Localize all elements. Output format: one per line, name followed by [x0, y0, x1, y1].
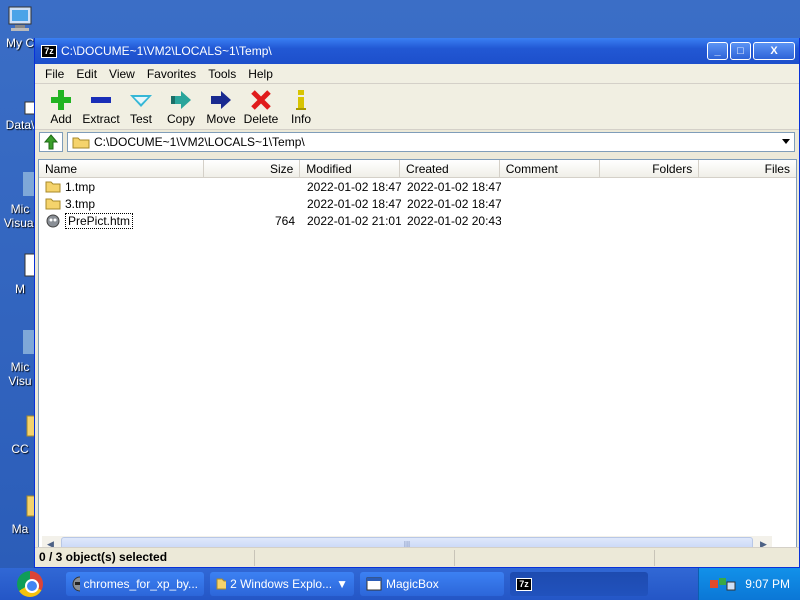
up-arrow-icon: [43, 134, 59, 150]
folder-icon: [45, 181, 61, 193]
folder-icon: [5, 410, 36, 440]
table-row[interactable]: 3.tmp 2022-01-02 18:47 2022-01-02 18:47: [39, 195, 796, 212]
shortcut-icon: [5, 170, 35, 200]
task-label: MagicBox: [386, 577, 439, 591]
address-bar: C:\DOCUME~1\VM2\LOCALS~1\Temp\: [35, 130, 799, 154]
info-label: Info: [290, 112, 311, 126]
file-created: 2022-01-02 18:47: [407, 179, 501, 194]
window-icon: [366, 577, 382, 591]
path-text: C:\DOCUME~1\VM2\LOCALS~1\Temp\: [94, 135, 305, 149]
shortcut-icon: [5, 250, 36, 280]
delete-button[interactable]: Delete: [241, 88, 281, 126]
menu-favorites[interactable]: Favorites: [141, 67, 202, 81]
file-modified: 2022-01-02 18:47: [307, 179, 401, 194]
folder-icon: [216, 578, 227, 590]
file-modified: 2022-01-02 21:01: [307, 213, 401, 228]
toolbar: Add Extract Test Copy Move Delete Info: [35, 84, 799, 130]
menu-view[interactable]: View: [103, 67, 141, 81]
shortcut-icon: [5, 100, 36, 116]
move-label: Move: [206, 112, 236, 126]
folder-icon: [45, 198, 61, 210]
shortcut-icon: [5, 328, 35, 358]
status-panel: [255, 549, 455, 566]
minimize-button[interactable]: _: [707, 42, 728, 60]
folder-icon: [5, 490, 36, 520]
window-title: C:\DOCUME~1\VM2\LOCALS~1\Temp\: [61, 44, 272, 58]
menu-edit[interactable]: Edit: [70, 67, 103, 81]
move-button[interactable]: Move: [201, 88, 241, 126]
copy-label: Copy: [166, 112, 195, 126]
computer-icon: [5, 4, 35, 34]
task-chromes-for-xp[interactable]: chromes_for_xp_by...: [66, 572, 204, 596]
file-name: PrePict.htm: [65, 212, 134, 229]
title-bar[interactable]: 7z C:\DOCUME~1\VM2\LOCALS~1\Temp\ _ □ X: [35, 38, 799, 64]
file-list[interactable]: Name Size Modified Created Comment Folde…: [38, 159, 797, 556]
test-button[interactable]: Test: [121, 88, 161, 126]
taskbar: chromes_for_xp_by... 2 Windows Explo... …: [0, 568, 800, 600]
column-name[interactable]: Name: [39, 160, 204, 177]
column-size[interactable]: Size: [203, 160, 301, 177]
html-file-icon: [46, 214, 60, 227]
7zip-app-icon: 7z: [41, 44, 57, 58]
info-button[interactable]: Info: [281, 88, 321, 126]
menu-file[interactable]: File: [39, 67, 70, 81]
raccoon-icon: [72, 576, 80, 592]
plus-icon: [51, 90, 71, 110]
file-name: 1.tmp: [65, 179, 96, 194]
network-icon[interactable]: [709, 576, 737, 592]
path-combobox[interactable]: C:\DOCUME~1\VM2\LOCALS~1\Temp\: [67, 132, 795, 152]
column-folders[interactable]: Folders: [599, 160, 700, 177]
system-tray: 9:07 PM: [698, 568, 800, 600]
extract-label: Extract: [82, 112, 120, 126]
close-button[interactable]: X: [753, 42, 795, 60]
folder-icon: [72, 137, 90, 149]
file-name: 3.tmp: [65, 196, 96, 211]
task-windows-explorer[interactable]: 2 Windows Explo... ▼: [210, 572, 354, 596]
task-7zip[interactable]: 7z: [510, 572, 648, 596]
column-files[interactable]: Files: [699, 160, 796, 177]
table-row[interactable]: PrePict.htm 764 2022-01-02 21:01 2022-01…: [39, 212, 796, 229]
7zip-window: 7z C:\DOCUME~1\VM2\LOCALS~1\Temp\ _ □ X …: [34, 38, 800, 568]
add-button[interactable]: Add: [41, 88, 81, 126]
list-header: Name Size Modified Created Comment Folde…: [39, 160, 796, 178]
table-row[interactable]: 1.tmp 2022-01-02 18:47 2022-01-02 18:47: [39, 178, 796, 195]
column-comment[interactable]: Comment: [499, 160, 600, 177]
task-label: 2 Windows Explo...: [230, 577, 333, 591]
extract-button[interactable]: Extract: [81, 88, 121, 126]
menu-tools[interactable]: Tools: [202, 67, 242, 81]
selection-status: 0 / 3 object(s) selected: [35, 549, 255, 566]
column-created[interactable]: Created: [400, 160, 500, 177]
column-modified[interactable]: Modified: [300, 160, 401, 177]
task-label: chromes_for_xp_by...: [83, 577, 199, 591]
copy-button[interactable]: Copy: [161, 88, 201, 126]
file-created: 2022-01-02 18:47: [407, 196, 501, 211]
7zip-app-icon: 7z: [516, 577, 532, 591]
move-arrow-icon: [211, 91, 231, 109]
menu-help[interactable]: Help: [242, 67, 279, 81]
file-modified: 2022-01-02 18:47: [307, 196, 401, 211]
chrome-icon: [17, 571, 43, 597]
chevron-down-icon[interactable]: ▼: [336, 577, 348, 591]
test-label: Test: [129, 112, 152, 126]
status-bar: 0 / 3 object(s) selected: [35, 547, 799, 567]
info-icon: [296, 90, 306, 110]
clock[interactable]: 9:07 PM: [745, 577, 790, 591]
maximize-button[interactable]: □: [730, 42, 751, 60]
chevron-down-icon[interactable]: [782, 139, 790, 144]
task-magicbox[interactable]: MagicBox: [360, 572, 504, 596]
check-icon: [130, 95, 152, 107]
up-folder-button[interactable]: [39, 132, 63, 152]
minus-icon: [91, 97, 111, 103]
add-label: Add: [50, 112, 72, 126]
status-panel: [455, 549, 655, 566]
x-icon: [251, 90, 271, 110]
file-created: 2022-01-02 20:43: [407, 213, 501, 228]
delete-label: Delete: [243, 112, 279, 126]
start-button[interactable]: [0, 568, 60, 600]
copy-arrow-icon: [171, 91, 191, 109]
file-size: 764: [274, 213, 295, 228]
menu-bar: File Edit View Favorites Tools Help: [35, 64, 799, 84]
